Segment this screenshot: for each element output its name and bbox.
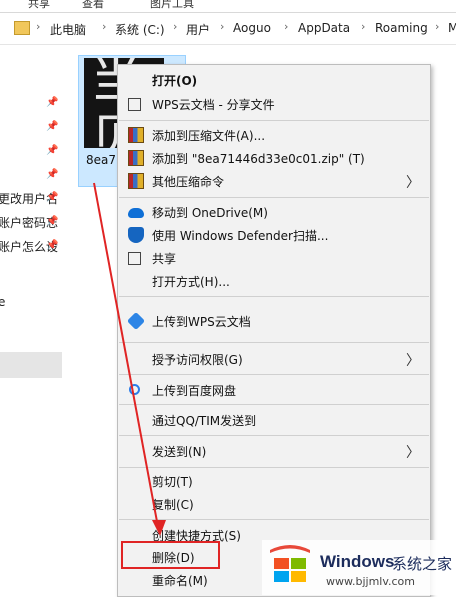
breadcrumb-appdata[interactable]: AppData: [298, 21, 350, 35]
menu-item-label: 通过QQ/TIM发送到: [152, 414, 257, 428]
menu-item-open-with[interactable]: 打开方式(H)...: [118, 270, 430, 292]
menu-divider: [119, 342, 429, 343]
breadcrumb-user[interactable]: Aoguo: [233, 21, 271, 35]
onedrive-icon: [128, 208, 144, 218]
ribbon-tabs: 共享 查看 图片工具: [0, 0, 456, 13]
menu-item-share[interactable]: 共享: [118, 247, 430, 269]
chevron-right-icon: ›: [36, 20, 41, 33]
menu-item-label: 上传到百度网盘: [152, 384, 237, 398]
menu-item-label: 重命名(M): [152, 574, 208, 588]
menu-item-send-to[interactable]: 发送到(N) 〉: [118, 440, 430, 462]
menu-divider: [119, 519, 429, 520]
menu-divider: [119, 120, 429, 121]
context-menu: 打开(O) WPS云文档 - 分享文件 添加到压缩文件(A)... 添加到 "8…: [117, 64, 431, 597]
menu-item-label: 移动到 OneDrive(M): [152, 206, 268, 220]
winrar-icon: [128, 173, 144, 189]
tab-picture-tools[interactable]: 图片工具: [150, 0, 194, 11]
pin-icon: 📌: [46, 216, 59, 227]
chevron-right-icon: 〉: [406, 175, 420, 191]
tab-share[interactable]: 共享: [28, 0, 50, 11]
navigation-pane: 📌 📌 📌 📌 更改用户名 📌 账户密码忘 📌 账户怎么设 📌 e: [0, 45, 62, 595]
watermark-subtitle: 系统之家: [392, 555, 453, 573]
menu-item-open[interactable]: 打开(O): [118, 69, 430, 91]
menu-item-onedrive[interactable]: 移动到 OneDrive(M): [118, 201, 430, 223]
menu-item-grant-access[interactable]: 授予访问权限(G) 〉: [118, 348, 430, 370]
tab-view[interactable]: 查看: [82, 0, 104, 11]
chevron-right-icon: ›: [220, 20, 225, 33]
menu-item-label: 复制(C): [152, 498, 194, 512]
nav-item-selected[interactable]: [0, 352, 62, 378]
winrar-icon: [128, 127, 144, 143]
chevron-right-icon: ›: [361, 20, 366, 33]
wps-cloud-icon: [126, 311, 146, 331]
pin-icon: 📌: [46, 145, 59, 156]
winrar-icon: [128, 150, 144, 166]
menu-divider: [119, 197, 429, 198]
breadcrumb-users[interactable]: 用户: [186, 21, 210, 38]
menu-item-upload-wps[interactable]: 上传到WPS云文档: [118, 310, 430, 332]
menu-divider: [119, 467, 429, 468]
menu-item-wps-share[interactable]: WPS云文档 - 分享文件: [118, 93, 430, 115]
menu-item-other-compress[interactable]: 其他压缩命令 〉: [118, 170, 430, 192]
pin-icon: 📌: [46, 97, 59, 108]
watermark-url: www.bjjmlv.com: [326, 575, 415, 588]
menu-item-label: 上传到WPS云文档: [152, 315, 251, 329]
address-bar[interactable]: › 此电脑 › 系统 (C:) › 用户 › Aoguo › AppData ›…: [0, 14, 456, 45]
chevron-right-icon: ›: [435, 20, 440, 33]
chevron-right-icon: 〉: [406, 353, 420, 369]
defender-icon: [128, 227, 144, 243]
folder-icon: [14, 21, 30, 35]
chevron-right-icon: ›: [173, 20, 178, 33]
menu-item-cut[interactable]: 剪切(T): [118, 470, 430, 492]
menu-item-label: 发送到(N): [152, 445, 207, 459]
menu-item-label: 添加到压缩文件(A)...: [152, 129, 266, 143]
share-icon: [128, 252, 141, 265]
menu-item-add-to-zip[interactable]: 添加到 "8ea71446d33e0c01.zip" (T): [118, 147, 430, 169]
nav-item[interactable]: e: [0, 295, 58, 309]
menu-item-defender-scan[interactable]: 使用 Windows Defender扫描...: [118, 224, 430, 246]
chevron-right-icon: ›: [102, 20, 107, 33]
menu-divider: [119, 296, 429, 297]
pin-icon: 📌: [46, 192, 59, 203]
chevron-right-icon: 〉: [406, 445, 420, 461]
menu-item-label: 打开方式(H)...: [152, 275, 230, 289]
share-icon: [128, 98, 141, 111]
chevron-right-icon: ›: [284, 20, 289, 33]
menu-divider: [119, 374, 429, 375]
delete-highlight-box: [121, 541, 220, 569]
breadcrumb-this-pc[interactable]: 此电脑: [50, 21, 86, 38]
menu-divider: [119, 404, 429, 405]
breadcrumb-system-c[interactable]: 系统 (C:): [115, 21, 165, 38]
menu-item-baidu-upload[interactable]: 上传到百度网盘: [118, 379, 430, 401]
menu-item-label: 打开(O): [152, 74, 198, 88]
menu-divider: [119, 435, 429, 436]
windows-logo-icon: [270, 545, 310, 582]
breadcrumb-roaming[interactable]: Roaming: [375, 21, 428, 35]
menu-item-label: 共享: [152, 252, 177, 266]
menu-item-label: 剪切(T): [152, 475, 193, 489]
menu-item-copy[interactable]: 复制(C): [118, 493, 430, 515]
menu-item-add-to-archive[interactable]: 添加到压缩文件(A)...: [118, 124, 430, 146]
menu-item-label: WPS云文档 - 分享文件: [152, 98, 275, 112]
menu-item-label: 授予访问权限(G): [152, 353, 243, 367]
menu-item-label: 添加到 "8ea71446d33e0c01.zip" (T): [152, 152, 365, 166]
watermark-title: Windows: [320, 552, 395, 571]
baidu-netdisk-icon: [129, 384, 140, 395]
menu-item-label: 使用 Windows Defender扫描...: [152, 229, 329, 243]
pin-icon: 📌: [46, 240, 59, 251]
menu-item-qq-send[interactable]: 通过QQ/TIM发送到: [118, 409, 430, 431]
pin-icon: 📌: [46, 169, 59, 180]
menu-item-label: 其他压缩命令: [152, 175, 225, 189]
breadcrumb-next[interactable]: M: [448, 21, 456, 35]
pin-icon: 📌: [46, 121, 59, 132]
